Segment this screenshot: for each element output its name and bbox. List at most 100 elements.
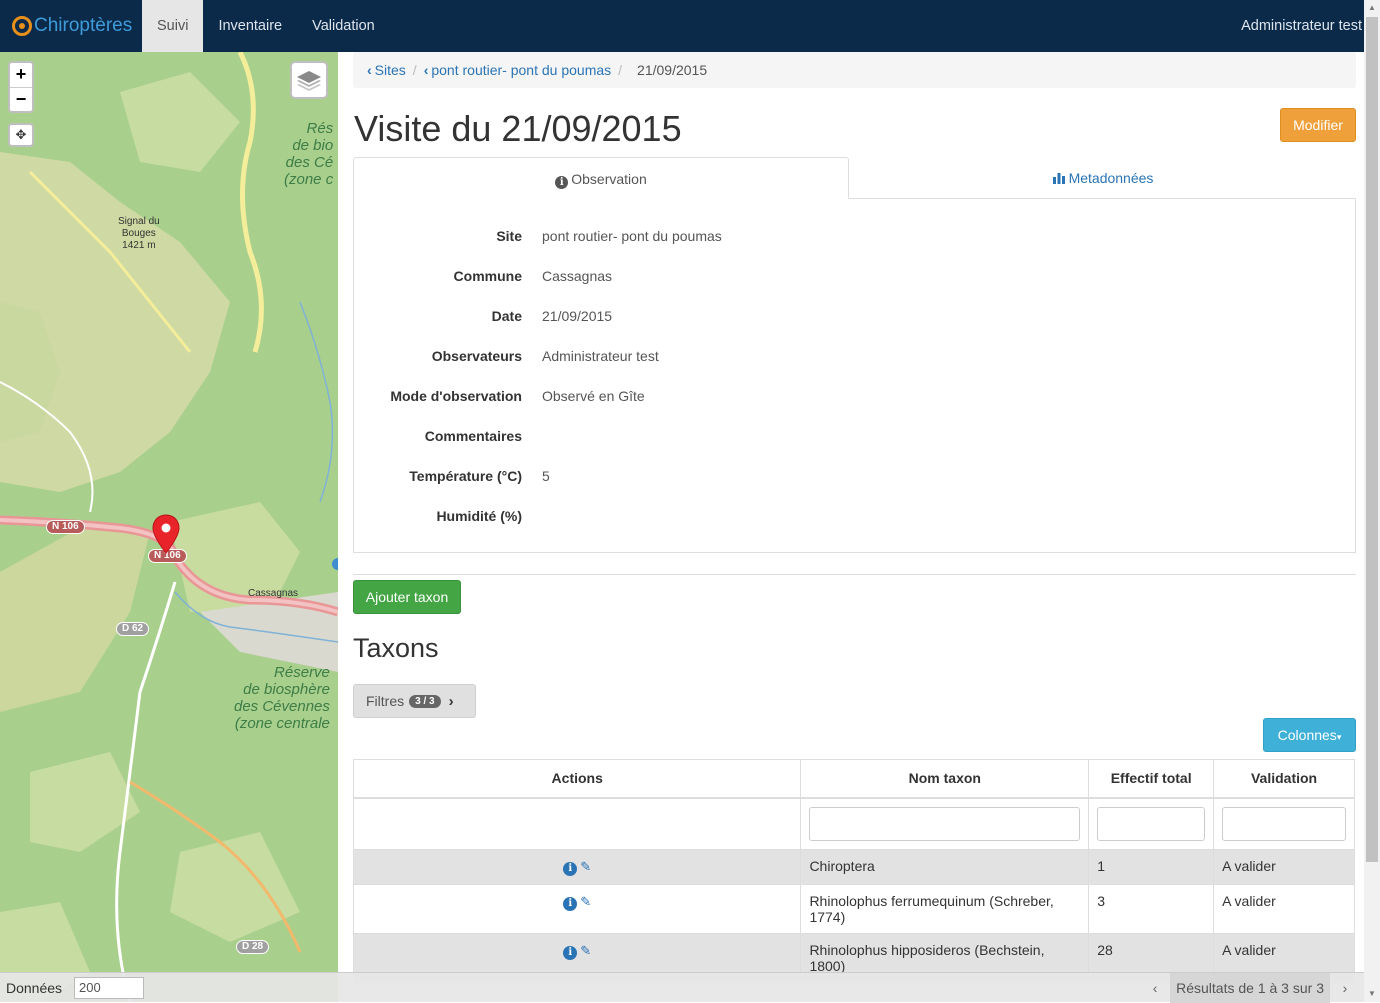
column-header-validation[interactable]: Validation [1213, 759, 1355, 799]
info-icon[interactable]: i [563, 946, 578, 960]
pagination: ‹ Résultats de 1 à 3 sur 3 › [1140, 972, 1360, 1003]
info-icon: i [555, 176, 569, 189]
field-value: Cassagnas [542, 268, 613, 284]
bottom-status-bar: Données ‹ Résultats de 1 à 3 sur 3 › [0, 972, 1380, 1003]
map-label-signal: Signal du Bouges 1421 m [118, 216, 160, 251]
field-commune: Commune Cassagnas [354, 268, 1357, 288]
field-label: Date [491, 308, 522, 324]
scroll-down-icon[interactable]: ▼ [1364, 986, 1380, 1002]
field-label: Température (°C) [409, 468, 522, 484]
observation-panel: Site pont routier- pont du poumas Commun… [353, 198, 1356, 553]
data-count-label: Données [6, 979, 63, 996]
chevron-left-icon: ‹ [423, 62, 429, 78]
breadcrumb: ‹ Sites / ‹ pont routier- pont du poumas /… [353, 52, 1356, 88]
field-mode-observation: Mode d'observation Observé en Gîte [354, 388, 1357, 408]
column-header-actions[interactable]: Actions [352, 759, 802, 799]
filter-nom-taxon-input[interactable] [809, 806, 1081, 841]
zoom-out-button[interactable]: − [10, 87, 32, 111]
user-menu[interactable]: Administrateur test [1241, 0, 1380, 52]
page-scrollbar[interactable]: ▲ ▼ [1364, 0, 1380, 1002]
filter-validation-input[interactable] [1222, 806, 1346, 841]
table-row[interactable]: i ✎ Rhinolophus ferrumequinum (Schreber, … [352, 884, 1355, 934]
field-value: 5 [542, 468, 550, 484]
road-label: D 62 [116, 622, 150, 636]
zoom-in-button[interactable]: + [10, 63, 32, 87]
zoom-control: + − [8, 61, 34, 113]
field-date: Date 21/09/2015 [354, 308, 1357, 328]
field-temperature: Température (°C) 5 [354, 468, 1357, 488]
brand-name: Chiroptères [34, 15, 133, 36]
pencil-icon[interactable]: ✎ [580, 859, 591, 875]
field-label: Commentaires [424, 428, 522, 444]
caret-down-icon: ▾ [1336, 732, 1342, 742]
field-humidite: Humidité (%) [354, 508, 1357, 528]
scroll-up-icon[interactable]: ▲ [1364, 0, 1380, 16]
filter-cell-empty [352, 797, 802, 850]
results-summary: Résultats de 1 à 3 sur 3 [1170, 972, 1330, 1003]
taxons-table: Actions Nom taxon Effectif total Validat… [352, 759, 1355, 983]
map-label-reserve-bottom: Réserve de biosphère des Cévennes (zone … [234, 664, 330, 732]
column-header-effectif-total[interactable]: Effectif total [1088, 759, 1215, 799]
cell-nom-taxon: Chiroptera [800, 849, 1090, 885]
field-label: Site [496, 228, 522, 244]
cell-effectif: 3 [1088, 884, 1215, 934]
top-navbar: Chiroptères Suivi Inventaire Validation … [0, 0, 1380, 52]
info-icon[interactable]: i [563, 897, 578, 911]
filters-label: Filtres [366, 693, 405, 709]
map-label-cassagnas: Cassagnas [248, 588, 299, 599]
field-site: Site pont routier- pont du poumas [354, 228, 1357, 248]
tab-bar: i Observation Metadonnées [353, 157, 1356, 199]
field-value: Administrateur test [542, 348, 659, 364]
actions-cell: i ✎ [352, 849, 802, 885]
cell-nom-taxon: Rhinolophus ferrumequinum (Schreber, 177… [800, 884, 1090, 934]
filters-badge: 3 / 3 [409, 694, 441, 708]
filter-cell [800, 797, 1090, 850]
field-value: Observé en Gîte [542, 388, 645, 404]
move-icon[interactable]: ✥ [8, 123, 34, 147]
info-icon[interactable]: i [563, 862, 578, 876]
layers-icon[interactable] [290, 61, 328, 99]
field-label: Mode d'observation [390, 388, 522, 404]
chevron-right-icon: › [448, 692, 454, 710]
map-view[interactable]: + − ✥ Rés de bio des Cé (zone c Signal d… [0, 52, 338, 1002]
field-observateurs: Observateurs Administrateur test [354, 348, 1357, 368]
add-taxon-button[interactable]: Ajouter taxon [353, 580, 461, 614]
field-label: Observateurs [431, 348, 522, 364]
breadcrumb-site-link[interactable]: ‹ pont routier- pont du poumas [424, 62, 611, 78]
pencil-icon[interactable]: ✎ [580, 894, 591, 910]
filter-effectif-input[interactable] [1097, 806, 1206, 841]
prev-page-icon[interactable]: ‹ [1140, 980, 1170, 996]
modifier-button[interactable]: Modifier [1280, 108, 1356, 142]
nav-suivi[interactable]: Suivi [142, 0, 204, 52]
cell-validation: A valider [1213, 849, 1355, 885]
tab-metadonnees[interactable]: Metadonnées [849, 157, 1356, 199]
field-label: Humidité (%) [436, 508, 522, 524]
actions-cell: i ✎ [352, 884, 802, 934]
nav-validation[interactable]: Validation [297, 0, 390, 52]
pencil-icon[interactable]: ✎ [580, 943, 591, 959]
breadcrumb-sites-link[interactable]: ‹ Sites [367, 62, 406, 78]
tab-observation[interactable]: i Observation [353, 157, 849, 199]
scrollbar-thumb[interactable] [1366, 17, 1378, 862]
field-value: 21/09/2015 [542, 308, 613, 324]
next-page-icon[interactable]: › [1330, 980, 1360, 996]
breadcrumb-current: 21/09/2015 [637, 62, 708, 78]
columns-dropdown-button[interactable]: Colonnes▾ [1263, 718, 1356, 752]
cell-validation: A valider [1213, 884, 1355, 934]
filters-toggle-button[interactable]: Filtres 3 / 3 › [353, 684, 476, 718]
road-label: N 106 [46, 520, 85, 534]
cell-effectif: 1 [1088, 849, 1215, 885]
map-label-reserve-top: Rés de bio des Cé (zone c [284, 120, 334, 188]
site-marker-icon[interactable] [152, 514, 180, 557]
data-count-input[interactable] [74, 976, 145, 999]
nav-inventaire[interactable]: Inventaire [203, 0, 297, 52]
bar-chart-icon [1052, 173, 1065, 184]
filter-cell [1213, 797, 1355, 850]
brand-logo-link[interactable]: Chiroptères [0, 0, 142, 52]
column-header-nom-taxon[interactable]: Nom taxon [800, 759, 1090, 799]
page-title: Visite du 21/09/2015 [354, 108, 682, 149]
field-value: pont routier- pont du poumas [542, 228, 722, 244]
breadcrumb-separator: / [412, 62, 417, 78]
filter-row [352, 797, 1355, 850]
table-row[interactable]: i ✎ Chiroptera 1 A valider [352, 849, 1355, 885]
